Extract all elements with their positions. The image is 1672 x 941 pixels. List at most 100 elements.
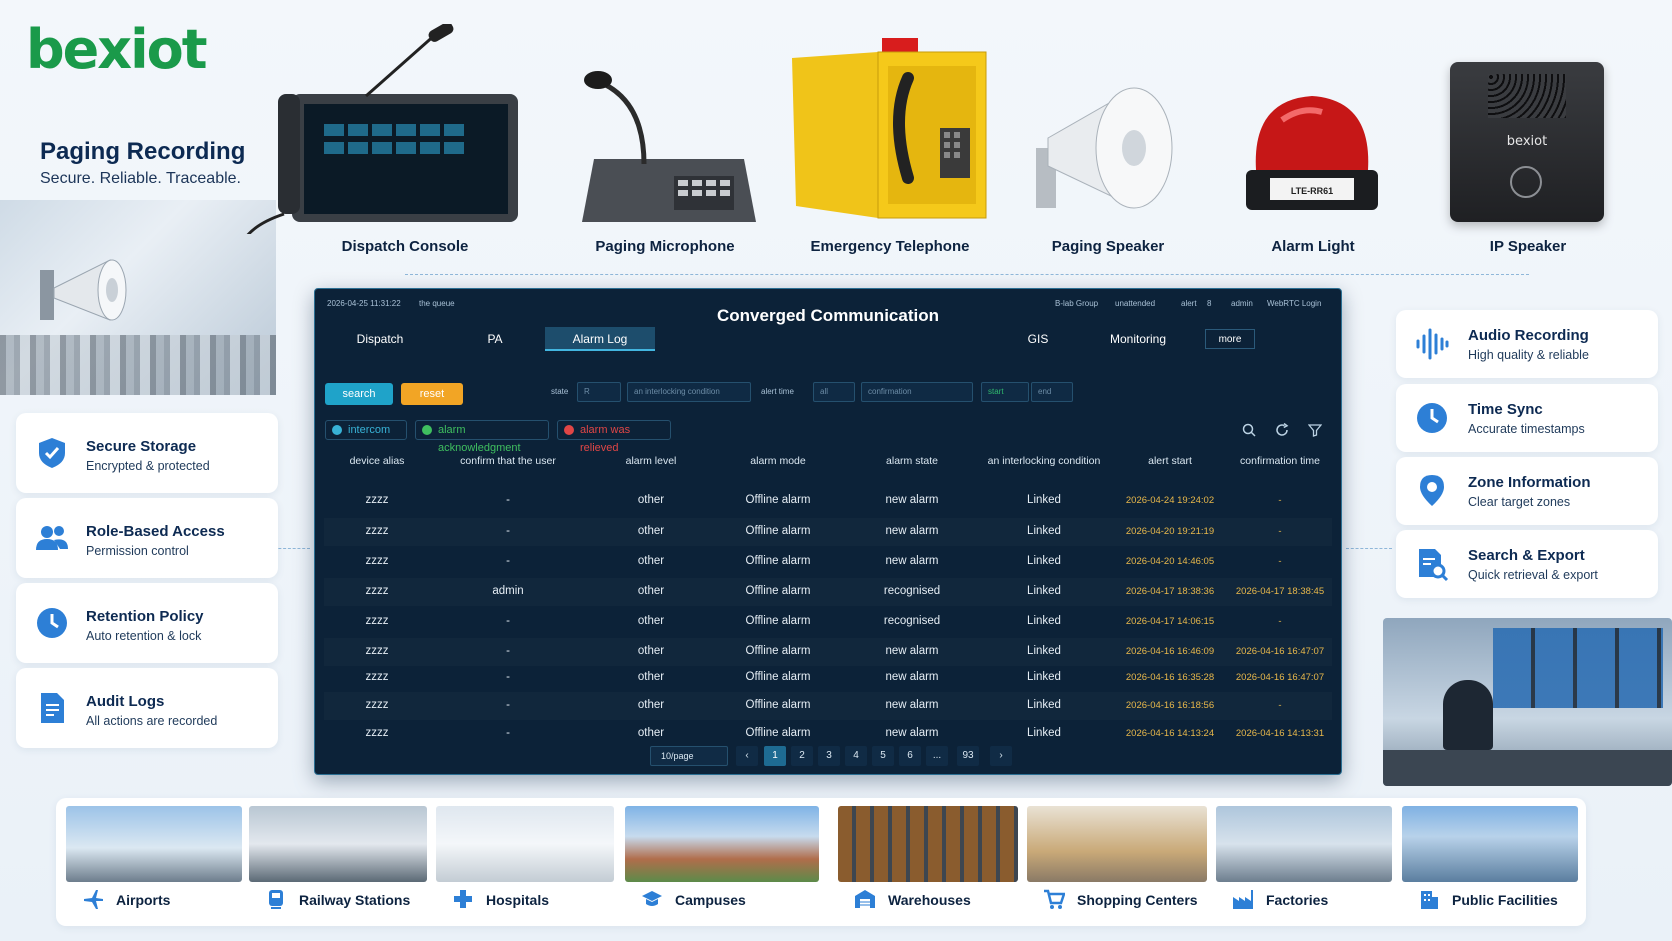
scenario-label: Shopping Centers [1077, 892, 1198, 908]
prev-page-icon[interactable]: ‹ [736, 746, 758, 766]
column-header[interactable]: alert start [1148, 455, 1192, 467]
table-cell: - [1278, 556, 1282, 567]
feature-card-audio-recording: Audio Recording High quality & reliable [1396, 310, 1658, 378]
table-row[interactable]: zzzz - other Offline alarm new alarm Linked 20… [324, 692, 1332, 720]
hero-title: Paging Recording [40, 138, 246, 165]
table-row[interactable]: zzzz - other Offline alarm new alarm Linked 20… [324, 664, 1332, 692]
users-icon [36, 526, 68, 550]
tab-monitoring[interactable]: Monitoring [1083, 327, 1193, 351]
feature-card-time-sync: Time Sync Accurate timestamps [1396, 384, 1658, 452]
column-header[interactable]: alarm state [886, 455, 938, 467]
feature-subtitle: Clear target zones [1468, 495, 1571, 509]
table-row[interactable]: zzzz - other Offline alarm new alarm Linked 20… [324, 518, 1332, 546]
reset-button[interactable]: reset [401, 383, 463, 405]
warehouse-icon [855, 890, 875, 908]
chip-alarm-relieved[interactable]: alarm was relieved [557, 420, 671, 454]
column-header[interactable]: alarm mode [750, 455, 805, 467]
queue-status: the queue [419, 299, 455, 308]
paging-microphone-image [582, 71, 756, 222]
alert-status[interactable]: alert [1181, 299, 1197, 308]
column-header[interactable]: confirm that the user [460, 455, 556, 467]
table-cell: new alarm [885, 671, 939, 683]
page-button[interactable]: 93 [957, 746, 979, 766]
page-button[interactable]: 6 [899, 746, 921, 766]
airplane-icon [84, 890, 103, 909]
end-date-input[interactable]: end [1031, 382, 1073, 402]
table-cell: other [637, 645, 665, 657]
clock-icon [37, 608, 67, 638]
table-cell: 2026-04-16 16:47:07 [1235, 672, 1325, 683]
scenario-photo [1402, 806, 1578, 882]
dispatch-console-image [246, 24, 518, 234]
table-row[interactable]: zzzz - other Offline alarm new alarm Linked 20… [324, 487, 1332, 515]
page-button[interactable]: 4 [845, 746, 867, 766]
table-cell: - [506, 555, 510, 567]
table-cell: 2026-04-16 16:18:56 [1125, 700, 1215, 711]
medical-cross-icon [454, 890, 472, 908]
hero-subtitle: Secure. Reliable. Traceable. [40, 170, 241, 187]
refresh-icon[interactable] [1275, 423, 1289, 437]
search-icon[interactable] [1242, 423, 1256, 437]
table-row[interactable]: zzzz - other Offline alarm new alarm Linked 20… [324, 638, 1332, 666]
tab-pa[interactable]: PA [445, 327, 545, 351]
table-cell: - [506, 525, 510, 537]
interlocking-select[interactable]: an interlocking condition [627, 382, 751, 402]
page-button[interactable]: 5 [872, 746, 894, 766]
table-cell: - [1278, 616, 1282, 627]
table-cell: Offline alarm [745, 615, 811, 627]
feature-card-secure-storage: Secure Storage Encrypted & protected [16, 413, 278, 493]
table-cell: Linked [1027, 727, 1061, 739]
building-icon [1421, 891, 1438, 909]
next-page-icon[interactable]: › [990, 746, 1012, 766]
table-cell: - [506, 727, 510, 739]
column-header[interactable]: an interlocking condition [988, 455, 1101, 467]
table-cell: 2026-04-17 18:38:36 [1125, 586, 1215, 597]
table-cell: other [637, 525, 665, 537]
table-row[interactable]: zzzz - other Offline alarm new alarm Linked 20… [324, 548, 1332, 576]
table-row[interactable]: zzzz - other Offline alarm new alarm Linked 20… [324, 720, 1332, 748]
tab-alarm-log[interactable]: Alarm Log [545, 327, 655, 351]
table-row[interactable]: zzzz admin other Offline alarm recognised Lin… [324, 578, 1332, 606]
chip-alarm-acknowledgment[interactable]: alarm acknowledgment [415, 420, 549, 454]
table-cell: 2026-04-20 19:21:19 [1125, 526, 1215, 537]
alarm-light-image: LTE-RR61 [1246, 96, 1378, 210]
table-cell: zzzz [365, 494, 389, 506]
scenario-label: Airports [116, 892, 171, 908]
table-cell: recognised [883, 585, 941, 597]
tab-gis[interactable]: GIS [993, 327, 1083, 351]
scenario-label: Public Facilities [1452, 892, 1558, 908]
start-date-input[interactable]: start [981, 382, 1029, 402]
alert-time-select[interactable]: all [813, 382, 855, 402]
search-button[interactable]: search [325, 383, 393, 405]
feature-title: Audio Recording [1468, 327, 1589, 344]
table-cell: other [637, 615, 665, 627]
chip-intercom[interactable]: intercom [325, 420, 407, 440]
per-page-select[interactable]: 10/page [650, 746, 728, 766]
feature-subtitle: Auto retention & lock [86, 629, 202, 643]
column-header[interactable]: device alias [350, 455, 405, 467]
scenario-photo [436, 806, 614, 882]
table-cell: 2026-04-17 14:06:15 [1125, 616, 1215, 627]
state-select[interactable]: R [577, 382, 621, 402]
page-button[interactable]: 2 [791, 746, 813, 766]
table-cell: Linked [1027, 699, 1061, 711]
table-cell: 2026-04-16 14:13:24 [1125, 728, 1215, 739]
tab-dispatch[interactable]: Dispatch [315, 327, 445, 351]
table-cell: Offline alarm [745, 555, 811, 567]
user-name[interactable]: admin [1231, 299, 1253, 308]
table-cell: recognised [883, 615, 941, 627]
table-row[interactable]: zzzz - other Offline alarm recognised Linked 2… [324, 608, 1332, 636]
table-cell: other [637, 727, 665, 739]
page-button[interactable]: 1 [764, 746, 786, 766]
column-header[interactable]: alarm level [626, 455, 677, 467]
tab-more[interactable]: more [1205, 329, 1255, 349]
filter-icon[interactable] [1308, 423, 1322, 437]
intercom-dot-icon [332, 425, 342, 435]
device-label-dispatch-console: Dispatch Console [341, 238, 469, 255]
webrtc-login[interactable]: WebRTC Login [1267, 299, 1321, 308]
table-cell: 2026-04-24 19:24:02 [1125, 495, 1215, 506]
column-header[interactable]: confirmation time [1240, 455, 1320, 467]
confirmation-select[interactable]: confirmation [861, 382, 973, 402]
table-cell: new alarm [885, 699, 939, 711]
page-button[interactable]: 3 [818, 746, 840, 766]
